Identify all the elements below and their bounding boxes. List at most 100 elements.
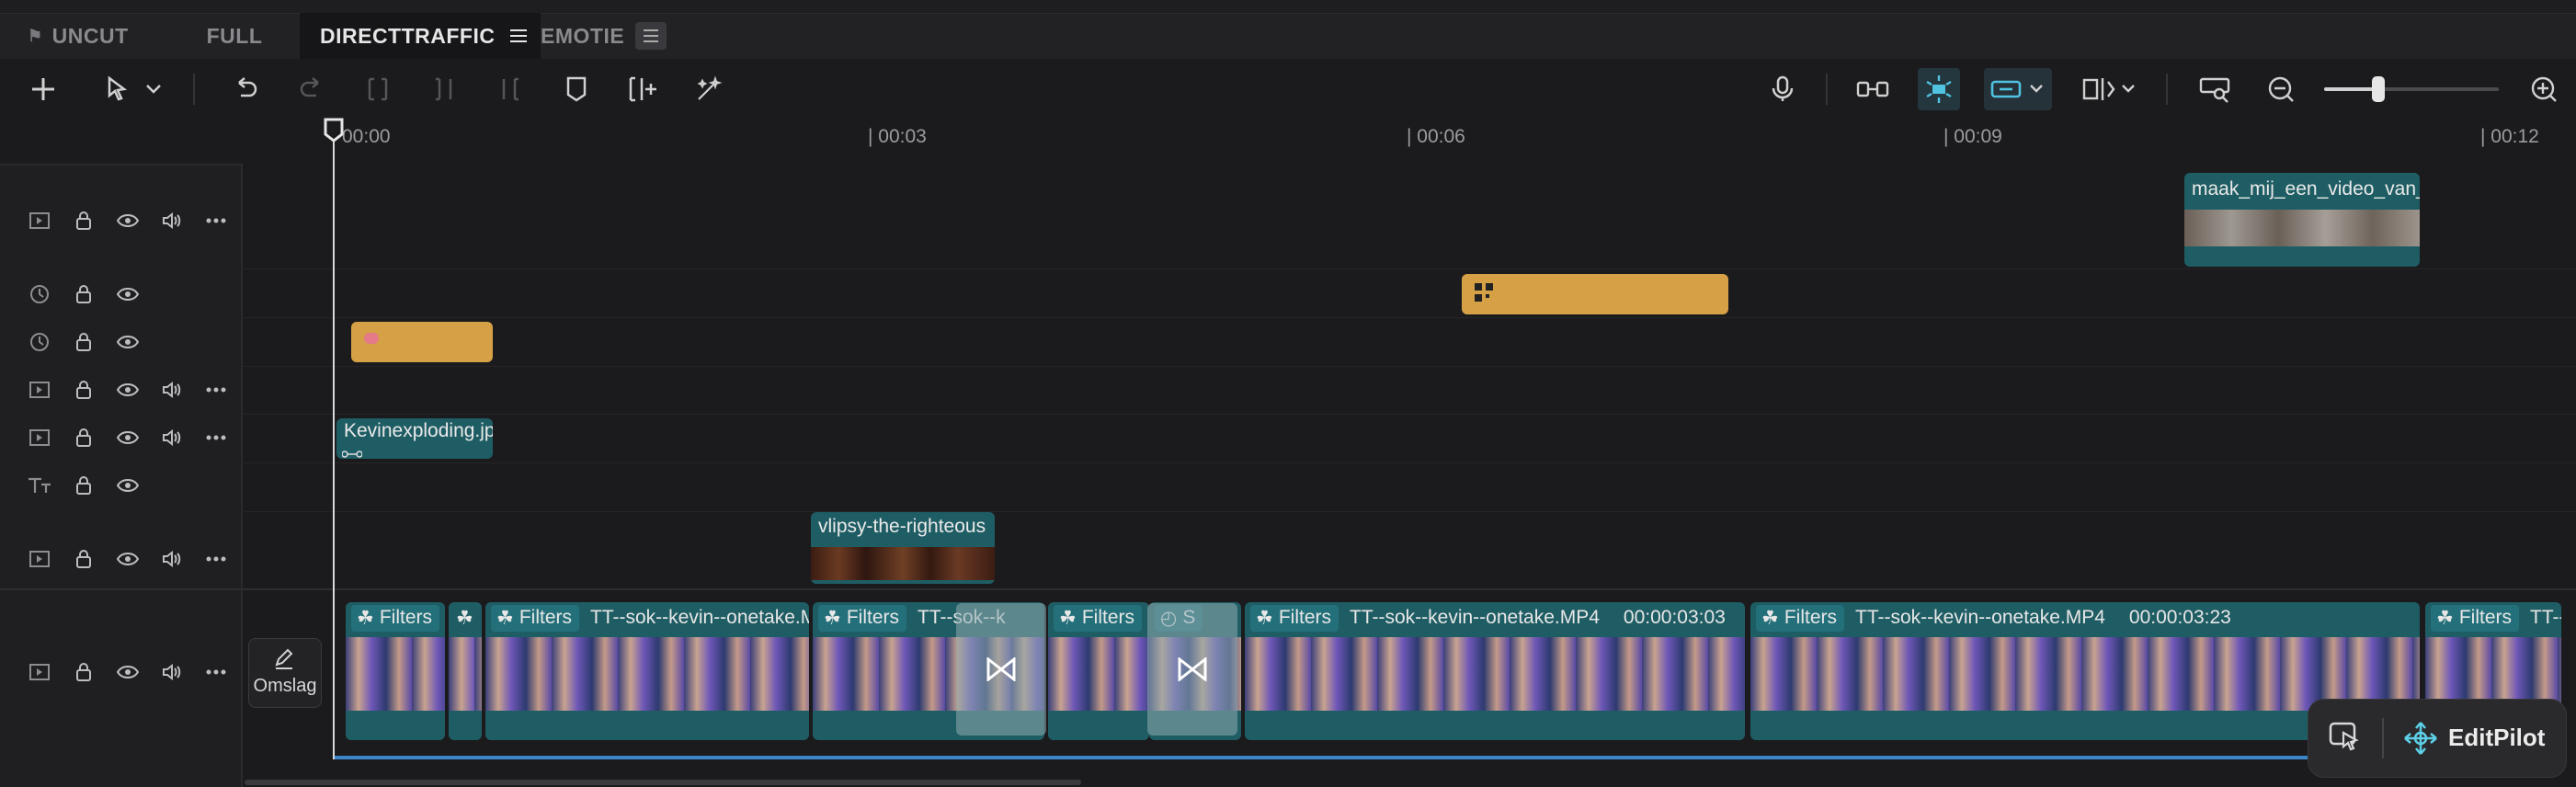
- transition-block[interactable]: [1147, 603, 1237, 736]
- undo-icon[interactable]: [224, 68, 267, 110]
- eye-icon[interactable]: [112, 543, 143, 575]
- redo-icon[interactable]: [291, 68, 333, 110]
- filters-label: Filters: [846, 607, 899, 628]
- lock-icon[interactable]: [68, 326, 99, 358]
- filters-chip[interactable]: ☘ Filters: [818, 604, 906, 632]
- lock-icon[interactable]: [68, 279, 99, 310]
- overlay-video-clip[interactable]: maak_mij_een_video_van_du: [2184, 173, 2420, 267]
- audio-icon[interactable]: [156, 422, 188, 453]
- tab-emotie[interactable]: EMOTIE: [539, 13, 669, 59]
- editpilot-icon[interactable]: [2402, 720, 2439, 757]
- preview-split-icon[interactable]: [2078, 68, 2146, 110]
- transition-block[interactable]: [956, 603, 1046, 736]
- marker-icon[interactable]: [555, 68, 598, 110]
- clip-duration: 00:00:03:23: [2128, 607, 2231, 628]
- tab-directtraffic[interactable]: DIRECTTRAFFIC: [300, 13, 541, 59]
- magic-wand-icon[interactable]: [688, 68, 730, 110]
- lock-icon[interactable]: [68, 470, 99, 501]
- insert-icon[interactable]: [621, 68, 664, 110]
- eye-icon[interactable]: [112, 470, 143, 501]
- clip-name: TT--sok--kevin--onetake.M: [590, 607, 809, 628]
- select-arrow-icon[interactable]: [96, 68, 138, 110]
- clip-header: ☘ Filters: [1048, 602, 1149, 633]
- more-icon[interactable]: [200, 543, 232, 575]
- cursor-select-icon[interactable]: [2329, 722, 2365, 755]
- playhead-handle[interactable]: [324, 118, 344, 143]
- more-icon[interactable]: [200, 656, 232, 688]
- split-icon[interactable]: [357, 68, 399, 110]
- filters-icon: ☘: [2436, 607, 2454, 629]
- clip-thumbnails: [346, 637, 445, 711]
- fit-timeline-icon[interactable]: [2194, 68, 2236, 110]
- pin-icon: ⚑: [28, 26, 43, 45]
- zoom-slider[interactable]: [2324, 76, 2499, 102]
- trim-left-icon[interactable]: [423, 68, 465, 110]
- clip-thumbnails: [1048, 637, 1149, 711]
- row-separator: [241, 511, 2576, 512]
- effect-clip[interactable]: [1462, 274, 1728, 314]
- filters-chip[interactable]: ☘ Filters: [491, 604, 579, 632]
- lock-icon[interactable]: [68, 422, 99, 453]
- row-separator: [241, 414, 2576, 415]
- lock-icon[interactable]: [68, 543, 99, 575]
- main-clip[interactable]: ☘ Filters TT--sok--kevin--onetake.M: [485, 602, 809, 740]
- lock-icon[interactable]: [68, 374, 99, 405]
- linked-icon[interactable]: [1984, 68, 2052, 110]
- audio-icon[interactable]: [156, 543, 188, 575]
- add-icon[interactable]: [22, 68, 64, 110]
- clip-header: ☘ Filters TT--sok--kevin--onetake.MP4 00:00…: [1750, 602, 2420, 633]
- transition-icon: [1178, 657, 1207, 681]
- clip-header: ☘ Filters TT--sok--kevin--onetake.MP4 00:00…: [1245, 602, 1745, 633]
- more-icon[interactable]: [200, 205, 232, 236]
- zoom-out-icon[interactable]: [2260, 68, 2302, 110]
- more-icon[interactable]: [200, 422, 232, 453]
- lock-icon[interactable]: [68, 205, 99, 236]
- microphone-icon[interactable]: [1761, 68, 1804, 110]
- eye-icon[interactable]: [112, 205, 143, 236]
- cover-button[interactable]: Omslag: [248, 638, 322, 708]
- chevron-down-icon[interactable]: [140, 68, 167, 110]
- effect-clip[interactable]: [351, 322, 493, 362]
- clip-thumbnails: [449, 637, 482, 711]
- eye-icon[interactable]: [112, 326, 143, 358]
- filters-chip[interactable]: ☘ Filters: [1756, 604, 1844, 632]
- zoom-slider-handle[interactable]: [2372, 76, 2385, 102]
- main-clip[interactable]: ☘ Filters: [1048, 602, 1149, 740]
- tab-label: FULL: [206, 23, 263, 48]
- audio-icon[interactable]: [156, 374, 188, 405]
- tab-menu-icon[interactable]: [507, 26, 531, 46]
- playhead-line[interactable]: [333, 125, 335, 759]
- filters-chip[interactable]: ☘ Filters: [351, 604, 439, 632]
- more-icon[interactable]: [200, 374, 232, 405]
- audio-icon[interactable]: [156, 656, 188, 688]
- filters-icon: ☘: [1059, 607, 1077, 629]
- link-clips-icon[interactable]: [1852, 68, 1894, 110]
- horizontal-scrollbar[interactable]: [245, 780, 1081, 785]
- eye-icon[interactable]: [112, 656, 143, 688]
- tab-uncut[interactable]: ⚑ UNCUT: [28, 13, 175, 59]
- audio-icon[interactable]: [156, 205, 188, 236]
- clock-icon: [24, 326, 55, 358]
- eye-icon[interactable]: [112, 422, 143, 453]
- filters-chip[interactable]: ☘ Filters: [1250, 604, 1339, 632]
- editpilot-separator: [2382, 718, 2384, 758]
- editpilot-label[interactable]: EditPilot: [2448, 724, 2545, 752]
- image-clip[interactable]: Kevinexploding.jp: [336, 418, 493, 459]
- video-clip-vlipsy[interactable]: vlipsy-the-righteous: [811, 512, 995, 584]
- main-clip[interactable]: ☘ Filters TT--sok--kevin--onetake.MP4 00:00…: [1245, 602, 1745, 740]
- eye-icon[interactable]: [112, 279, 143, 310]
- auto-snap-icon[interactable]: [1918, 68, 1960, 110]
- filters-icon: ☘: [496, 607, 514, 629]
- main-clip[interactable]: ☘ Filters: [346, 602, 445, 740]
- clip-name: TT--: [2530, 607, 2561, 628]
- filters-chip[interactable]: ☘ Filters: [2431, 604, 2519, 632]
- filters-chip[interactable]: ☘ Filters: [1054, 604, 1142, 632]
- trim-right-icon[interactable]: [489, 68, 531, 110]
- tab-menu-icon[interactable]: [635, 22, 667, 50]
- eye-icon[interactable]: [112, 374, 143, 405]
- tab-full[interactable]: FULL: [184, 13, 285, 59]
- lock-icon[interactable]: [68, 656, 99, 688]
- main-clip[interactable]: ☘: [449, 602, 482, 740]
- zoom-in-icon[interactable]: [2523, 68, 2565, 110]
- clip-label: vlipsy-the-righteous: [818, 516, 986, 537]
